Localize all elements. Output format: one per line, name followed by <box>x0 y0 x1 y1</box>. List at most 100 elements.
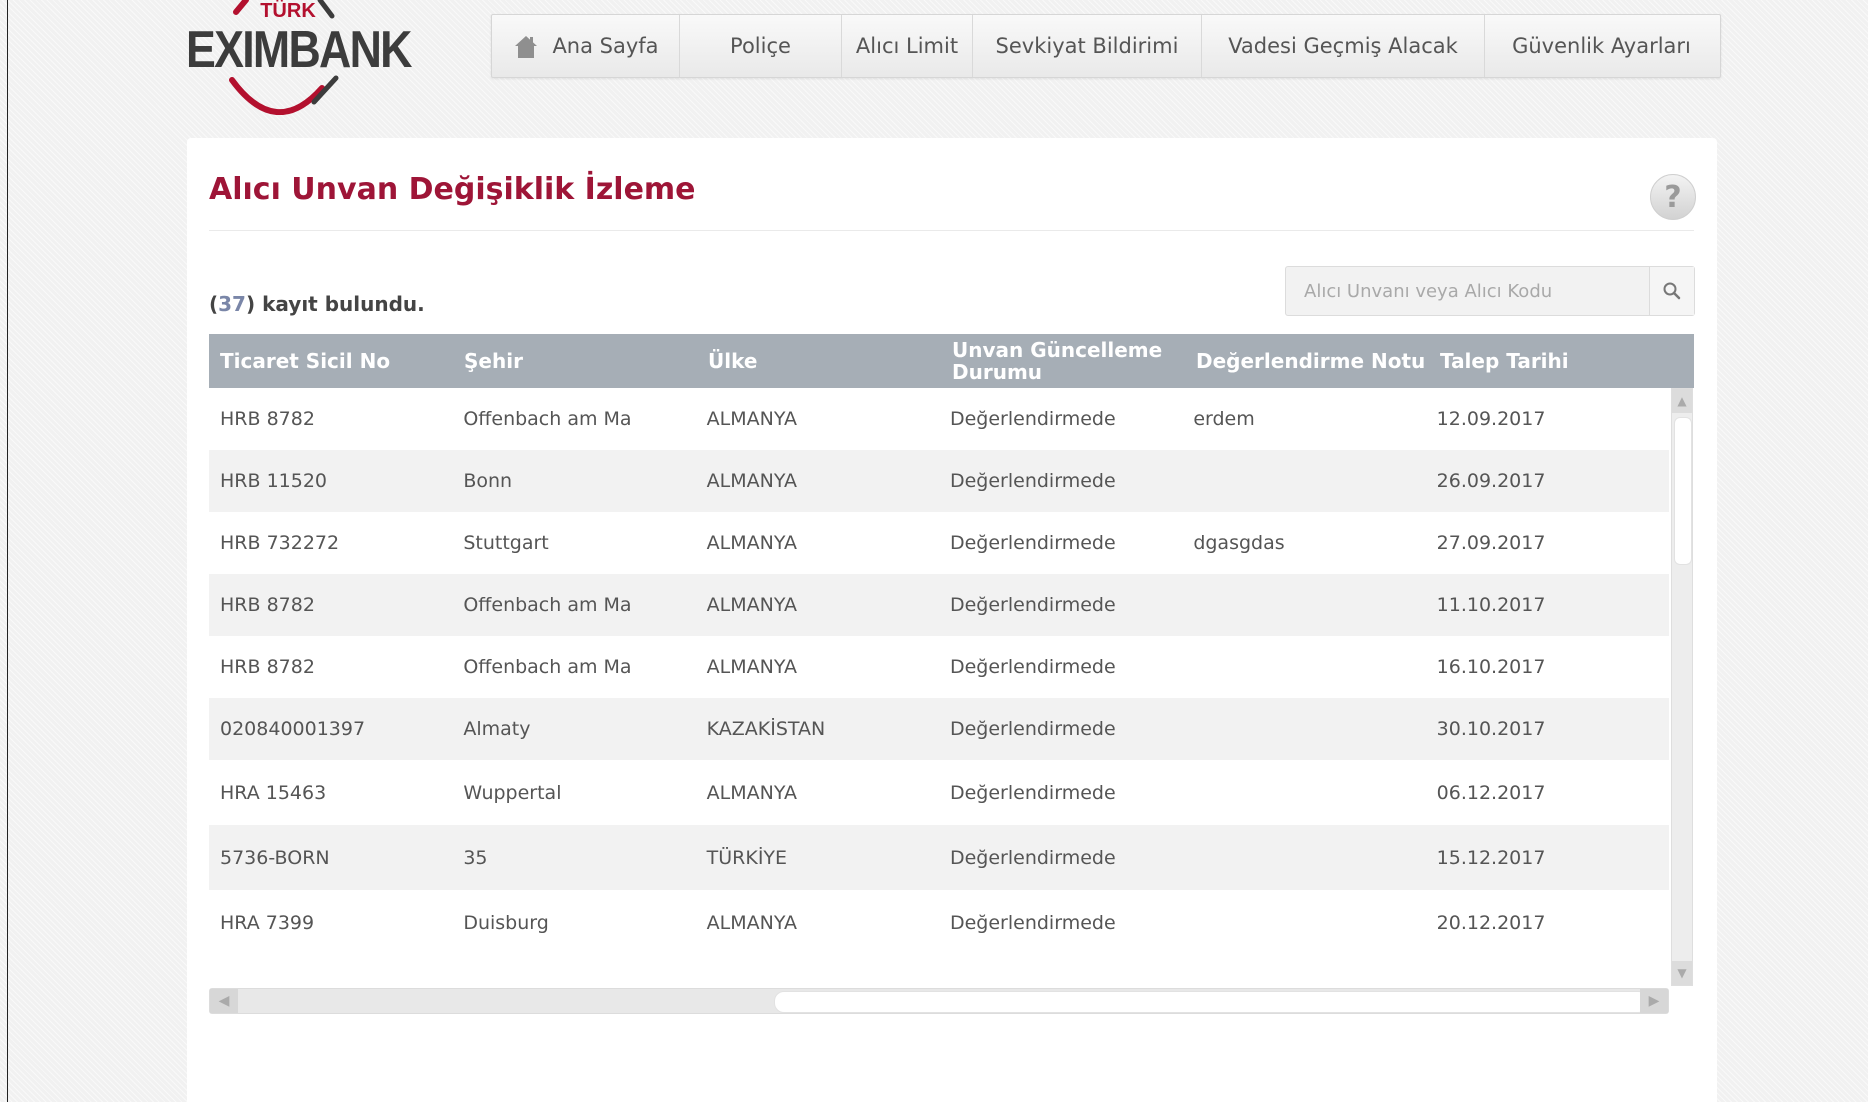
table-row[interactable]: HRB 8782 Offenbach am Ma ALMANYA Değerle… <box>209 636 1669 698</box>
cell-sehir: Bonn <box>463 470 513 492</box>
cell-durum: Değerlendirmede <box>949 532 1116 554</box>
column-header-unvan-guncelleme-durumu[interactable]: Unvan Güncelleme Durumu <box>941 334 1185 388</box>
cell-talep-tarihi: 20.12.2017 <box>1436 911 1546 934</box>
table-body: HRB 8782 Offenbach am Ma ALMANYA Değerle… <box>209 388 1669 986</box>
table-row[interactable]: HRB 8782 Offenbach am Ma ALMANYA Değerle… <box>209 388 1669 450</box>
content-panel: Alıcı Unvan Değişiklik İzleme ? (37) kay… <box>187 138 1717 1102</box>
cell-sehir: Offenbach am Ma <box>463 408 632 430</box>
cell-ticaret-sicil-no: HRB 732272 <box>220 532 340 554</box>
column-header-sehir[interactable]: Şehir <box>453 334 697 388</box>
nav-alici-limit[interactable]: Alıcı Limit <box>842 15 973 77</box>
cell-talep-tarihi: 12.09.2017 <box>1436 408 1546 430</box>
cell-sehir: Stuttgart <box>463 532 549 554</box>
search-button[interactable] <box>1649 267 1694 315</box>
horizontal-scrollbar[interactable]: ◀ ▶ <box>209 988 1669 1014</box>
cell-ulke: ALMANYA <box>706 911 797 934</box>
cell-talep-tarihi: 11.10.2017 <box>1436 594 1546 616</box>
cell-ulke: TÜRKİYE <box>706 846 788 869</box>
nav-guvenlik-ayarlari[interactable]: Güvenlik Ayarları <box>1485 15 1718 77</box>
cell-talep-tarihi: 27.09.2017 <box>1436 532 1546 554</box>
cell-ticaret-sicil-no: HRB 8782 <box>220 656 315 678</box>
cell-ticaret-sicil-no: HRA 7399 <box>220 911 315 934</box>
table-row[interactable]: HRB 11520 Bonn ALMANYA Değerlendirmede 2… <box>209 450 1669 512</box>
cell-ulke: ALMANYA <box>706 532 797 554</box>
result-count-label: kayıt bulundu. <box>262 292 425 316</box>
help-icon[interactable]: ? <box>1650 174 1696 220</box>
cell-sehir: Almaty <box>463 718 531 740</box>
search-icon <box>1663 282 1681 300</box>
cell-sehir: Offenbach am Ma <box>463 656 632 678</box>
nav-police[interactable]: Poliçe <box>680 15 842 77</box>
search-input[interactable] <box>1286 267 1646 315</box>
nav-home-label: Ana Sayfa <box>552 34 659 58</box>
cell-ticaret-sicil-no: 5736-BORN <box>220 846 330 869</box>
scroll-right-icon[interactable]: ▶ <box>1640 989 1668 1013</box>
cell-ticaret-sicil-no: 020840001397 <box>220 718 366 740</box>
page-title: Alıcı Unvan Değişiklik İzleme <box>209 172 696 207</box>
scroll-left-icon[interactable]: ◀ <box>210 989 238 1013</box>
cell-durum: Değerlendirmede <box>949 781 1116 804</box>
column-header-ulke[interactable]: Ülke <box>697 334 941 388</box>
cell-durum: Değerlendirmede <box>949 594 1116 616</box>
cell-not: erdem <box>1193 408 1255 430</box>
result-count-number: 37 <box>218 292 246 316</box>
table-row[interactable]: HRA 15463 Wuppertal ALMANYA Değerlendirm… <box>209 760 1669 825</box>
nav-vadesi-gecmis-alacak[interactable]: Vadesi Geçmiş Alacak <box>1202 15 1485 77</box>
cell-ulke: KAZAKİSTAN <box>706 718 826 740</box>
cell-durum: Değerlendirmede <box>949 656 1116 678</box>
cell-talep-tarihi: 26.09.2017 <box>1436 470 1546 492</box>
cell-durum: Değerlendirmede <box>949 718 1116 740</box>
cell-ulke: ALMANYA <box>706 470 797 492</box>
cell-ticaret-sicil-no: HRA 15463 <box>220 781 327 804</box>
cell-durum: Değerlendirmede <box>949 911 1116 934</box>
cell-sehir: 35 <box>463 846 488 869</box>
cell-sehir: Wuppertal <box>463 781 562 804</box>
nav-home[interactable]: Ana Sayfa <box>492 15 680 77</box>
nav-sevkiyat-bildirimi[interactable]: Sevkiyat Bildirimi <box>973 15 1202 77</box>
cell-ticaret-sicil-no: HRB 11520 <box>220 470 328 492</box>
cell-durum: Değerlendirmede <box>949 408 1116 430</box>
cell-ulke: ALMANYA <box>706 781 797 804</box>
nav-guvenlik-ayarlari-label: Güvenlik Ayarları <box>1512 34 1691 58</box>
cell-durum: Değerlendirmede <box>949 846 1116 869</box>
nav-vadesi-gecmis-alacak-label: Vadesi Geçmiş Alacak <box>1228 34 1458 58</box>
cell-talep-tarihi: 15.12.2017 <box>1436 846 1546 869</box>
cell-ticaret-sicil-no: HRB 8782 <box>220 408 315 430</box>
horizontal-scroll-thumb[interactable] <box>774 991 1648 1013</box>
cell-sehir: Offenbach am Ma <box>463 594 632 616</box>
cell-ulke: ALMANYA <box>706 408 797 430</box>
cell-durum: Değerlendirmede <box>949 470 1116 492</box>
cell-talep-tarihi: 16.10.2017 <box>1436 656 1546 678</box>
column-header-talep-tarihi[interactable]: Talep Tarihi <box>1429 334 1693 388</box>
home-icon <box>515 36 538 58</box>
logo-turk-text: TÜRK <box>260 0 316 22</box>
table-header: Ticaret Sicil No Şehir Ülke Unvan Güncel… <box>209 334 1694 388</box>
title-divider <box>209 230 1694 231</box>
logo-word: EXIMBANK <box>186 21 412 79</box>
column-header-ticaret-sicil-no[interactable]: Ticaret Sicil No <box>209 334 453 388</box>
eximbank-logo[interactable]: TÜRK EXIMBANK <box>186 0 412 115</box>
cell-talep-tarihi: 06.12.2017 <box>1436 781 1546 804</box>
scroll-up-icon[interactable]: ▲ <box>1672 389 1692 413</box>
column-header-degerlendirme-notu[interactable]: Değerlendirme Notu <box>1185 334 1429 388</box>
table-row[interactable]: HRA 7399 Duisburg ALMANYA Değerlendirmed… <box>209 890 1669 955</box>
cell-ulke: ALMANYA <box>706 656 797 678</box>
table-row[interactable]: 5736-BORN 35 TÜRKİYE Değerlendirmede 15.… <box>209 825 1669 890</box>
search-box <box>1285 266 1695 316</box>
scroll-down-icon[interactable]: ▼ <box>1672 961 1692 985</box>
nav-sevkiyat-bildirimi-label: Sevkiyat Bildirimi <box>995 34 1179 58</box>
nav-alici-limit-label: Alıcı Limit <box>855 34 959 58</box>
cell-sehir: Duisburg <box>463 911 549 934</box>
cell-ulke: ALMANYA <box>706 594 797 616</box>
main-nav: Ana Sayfa Poliçe Alıcı Limit Sevkiyat Bi… <box>491 14 1721 78</box>
table-row[interactable]: 020840001397 Almaty KAZAKİSTAN Değerlend… <box>209 698 1669 760</box>
vertical-scrollbar[interactable]: ▲ ▼ <box>1671 388 1693 986</box>
cell-talep-tarihi: 30.10.2017 <box>1436 718 1546 740</box>
window-border <box>7 0 8 1102</box>
nav-police-label: Poliçe <box>730 34 791 58</box>
result-count: (37) kayıt bulundu. <box>209 292 425 316</box>
table-row[interactable]: HRB 8782 Offenbach am Ma ALMANYA Değerle… <box>209 574 1669 636</box>
cell-not: dgasgdas <box>1193 532 1285 554</box>
table-row[interactable]: HRB 732272 Stuttgart ALMANYA Değerlendir… <box>209 512 1669 574</box>
vertical-scroll-thumb[interactable] <box>1674 417 1692 565</box>
